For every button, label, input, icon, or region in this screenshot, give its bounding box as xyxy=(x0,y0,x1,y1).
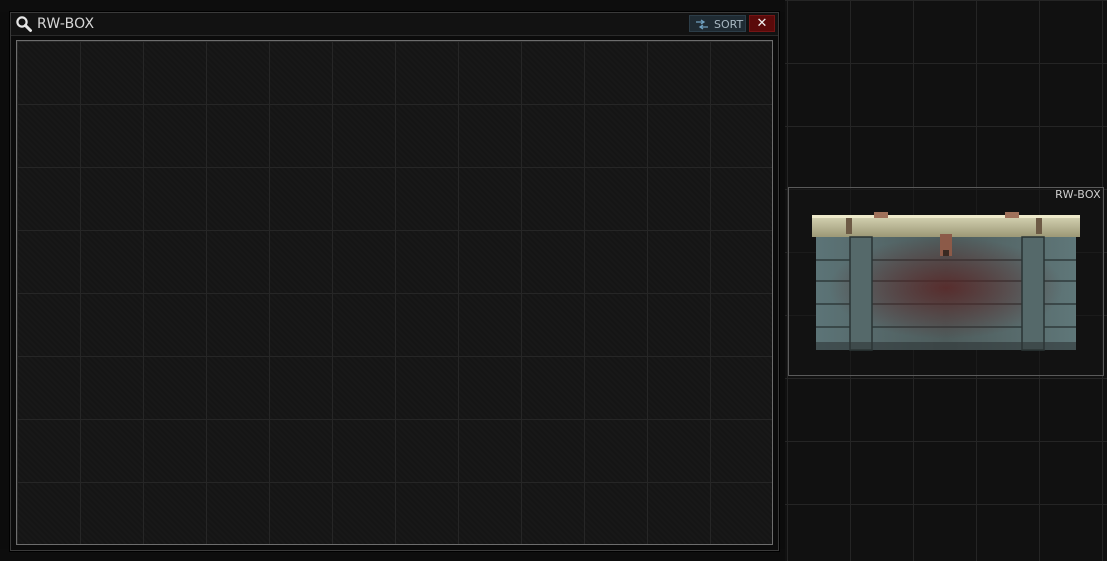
container-window: RW-BOX SORT ✕ xyxy=(10,12,779,551)
sort-label: SORT xyxy=(714,18,744,31)
background-top-strip xyxy=(0,0,785,12)
close-button[interactable]: ✕ xyxy=(749,15,775,32)
sort-button[interactable]: SORT xyxy=(689,15,746,32)
sort-icon xyxy=(695,18,709,30)
wooden-crate-icon xyxy=(810,210,1082,352)
container-grid[interactable] xyxy=(16,40,773,545)
stash-item-rw-box[interactable]: RW-BOX xyxy=(788,187,1104,376)
window-title: RW-BOX xyxy=(37,16,95,32)
window-titlebar[interactable]: RW-BOX SORT ✕ xyxy=(11,13,778,36)
close-icon: ✕ xyxy=(756,16,768,31)
item-short-name: RW-BOX xyxy=(1055,188,1101,201)
search-icon[interactable] xyxy=(15,15,33,33)
